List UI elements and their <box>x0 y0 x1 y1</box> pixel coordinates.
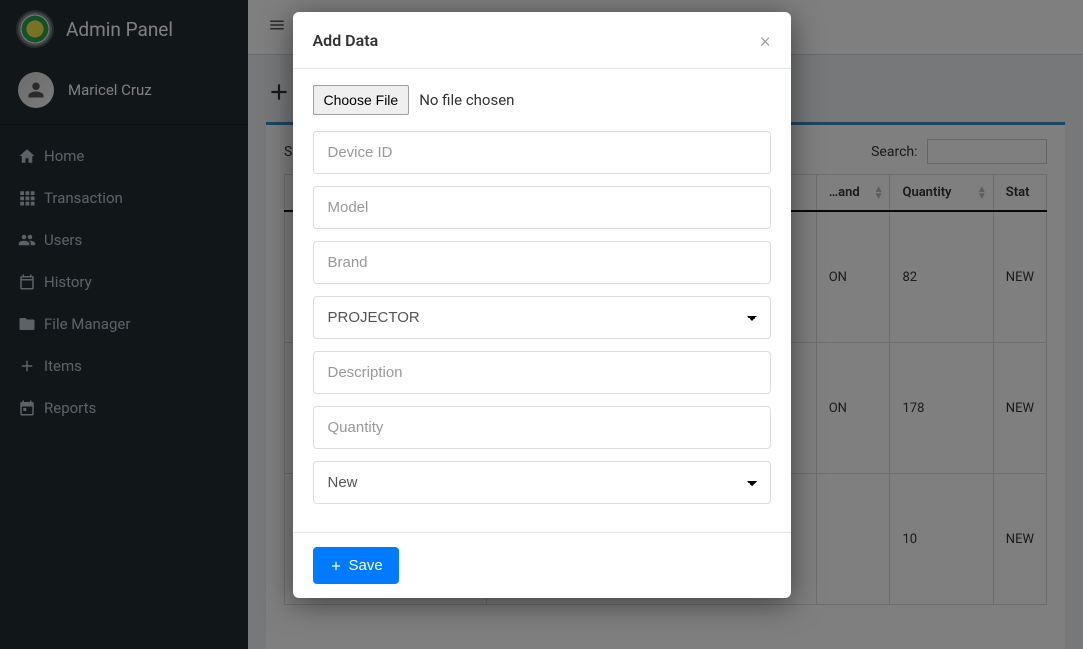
modal-footer: Save <box>293 532 791 598</box>
type-select[interactable]: PROJECTOR <box>313 296 771 339</box>
modal-close-button[interactable]: × <box>760 30 770 50</box>
quantity-input[interactable] <box>313 406 771 449</box>
modal-body: Choose File No file chosen PROJECTOR New <box>293 69 791 532</box>
close-icon: × <box>760 28 770 52</box>
condition-select[interactable]: New <box>313 461 771 504</box>
add-data-modal: Add Data × Choose File No file chosen PR… <box>293 12 791 598</box>
modal-title: Add Data <box>313 31 379 50</box>
plus-icon <box>329 559 343 573</box>
file-status: No file chosen <box>419 91 514 109</box>
description-input[interactable] <box>313 351 771 394</box>
model-input[interactable] <box>313 186 771 229</box>
file-input-row: Choose File No file chosen <box>313 85 771 115</box>
device-id-input[interactable] <box>313 131 771 174</box>
modal-header: Add Data × <box>293 12 791 69</box>
save-button[interactable]: Save <box>313 547 399 584</box>
choose-file-button[interactable]: Choose File <box>313 85 410 115</box>
brand-input[interactable] <box>313 241 771 284</box>
save-label: Save <box>349 557 383 574</box>
